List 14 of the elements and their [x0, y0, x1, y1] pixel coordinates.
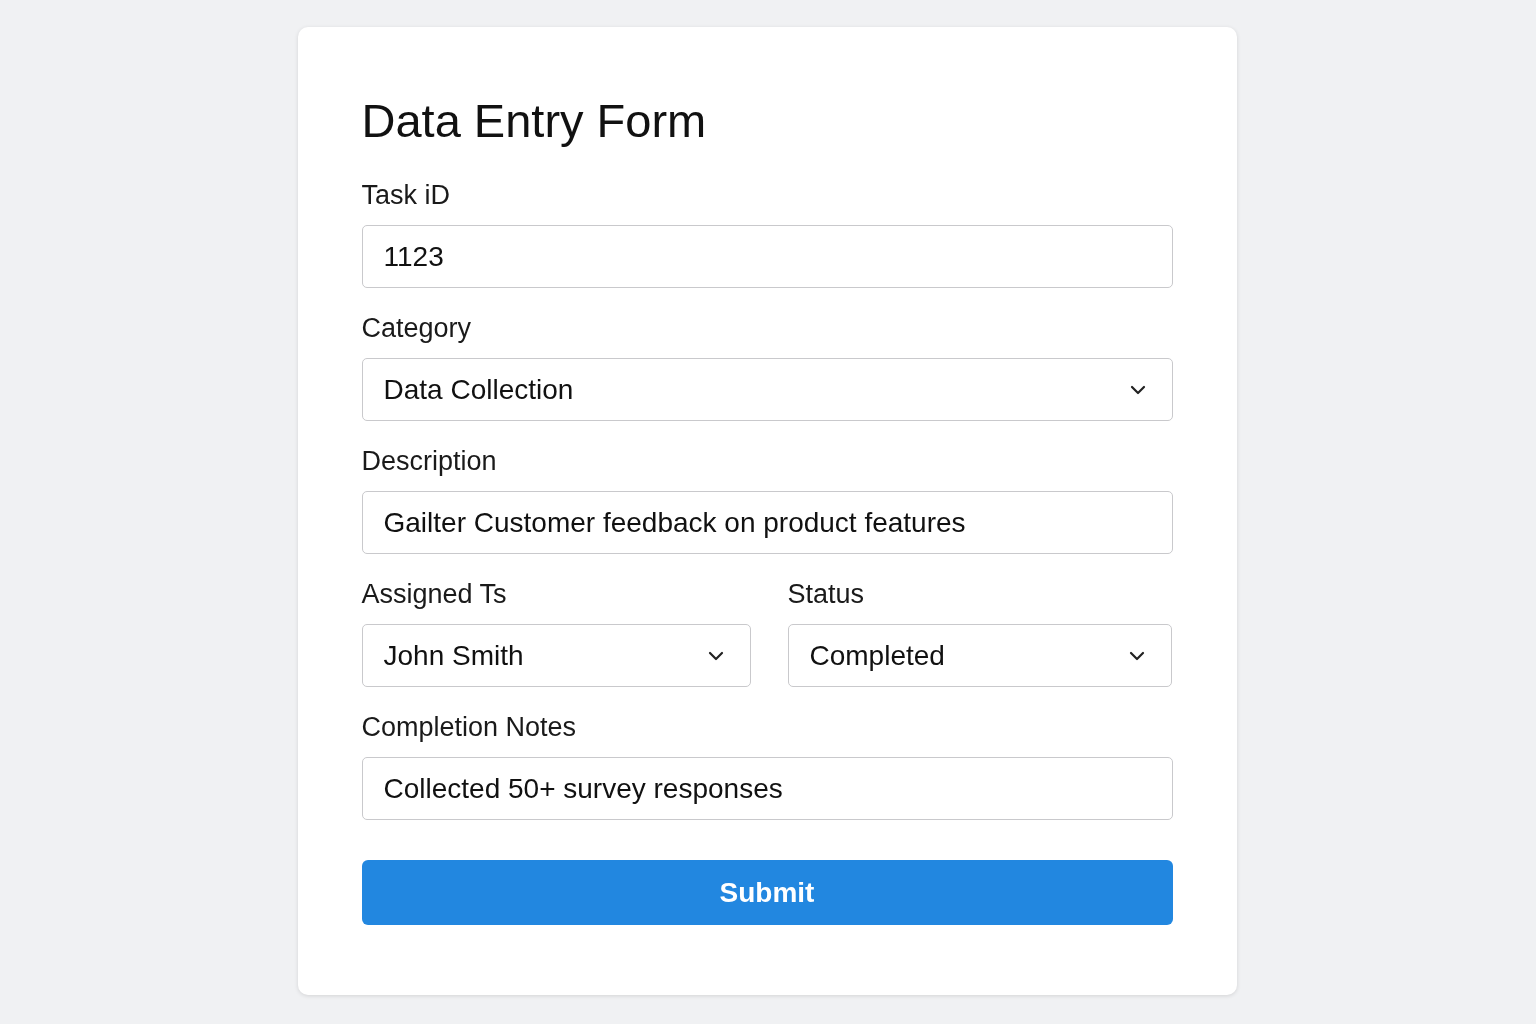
input-field[interactable]: 1123 — [361, 225, 1173, 288]
submit-button[interactable]: Submit — [361, 860, 1173, 925]
field-label: Task iD — [361, 179, 451, 211]
field-label: Assigned Ts — [361, 578, 508, 610]
input-field[interactable]: Gailter Customer feedback on product features — [361, 491, 1173, 554]
select-field[interactable]: Data Collection — [361, 358, 1173, 421]
form-title: Data Entry Form — [361, 93, 708, 149]
input-field[interactable]: Collected 50+ survey responses — [361, 757, 1173, 820]
select-field[interactable]: John Smith — [361, 624, 751, 687]
field-label: Description — [361, 445, 498, 477]
field-label: Completion Notes — [361, 711, 578, 743]
field-label: Category — [361, 312, 473, 344]
field-label: Status — [787, 578, 866, 610]
select-field[interactable]: Completed — [787, 624, 1172, 687]
